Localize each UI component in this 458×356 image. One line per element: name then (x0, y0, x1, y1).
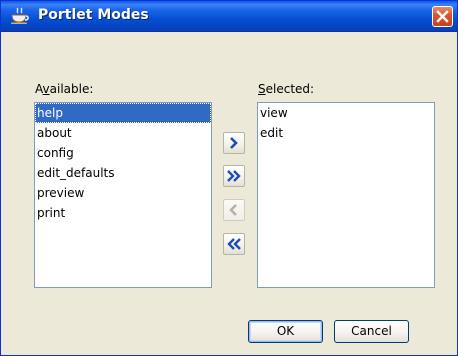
coffee-cup-icon (10, 7, 30, 25)
available-list[interactable]: help about config edit_defaults preview … (34, 102, 212, 288)
title-bar[interactable]: Portlet Modes (1, 1, 457, 32)
double-chevron-left-icon (227, 238, 241, 250)
close-button[interactable] (432, 6, 453, 27)
list-item-about[interactable]: about (35, 123, 211, 143)
cancel-button[interactable]: Cancel (334, 320, 409, 343)
list-item-help[interactable]: help (35, 103, 211, 123)
double-chevron-right-icon (227, 170, 241, 182)
selected-list[interactable]: view edit (257, 102, 435, 288)
list-item-edit[interactable]: edit (258, 123, 434, 143)
close-icon (436, 10, 449, 23)
add-all-button[interactable] (223, 165, 245, 187)
ok-button[interactable]: OK (248, 320, 323, 343)
chevron-left-icon (229, 204, 237, 216)
list-item-print[interactable]: print (35, 203, 211, 223)
chevron-right-icon (230, 137, 238, 149)
list-item-preview[interactable]: preview (35, 183, 211, 203)
list-item-view[interactable]: view (258, 103, 434, 123)
dialog-window: Portlet Modes Available: help about conf… (0, 0, 458, 356)
window-title: Portlet Modes (38, 7, 149, 23)
list-item-config[interactable]: config (35, 143, 211, 163)
remove-button[interactable] (223, 199, 245, 221)
list-item-edit-defaults[interactable]: edit_defaults (35, 163, 211, 183)
available-label: Available: (35, 82, 94, 96)
remove-all-button[interactable] (223, 233, 245, 255)
add-button[interactable] (223, 132, 245, 154)
selected-label: Selected: (258, 82, 315, 96)
